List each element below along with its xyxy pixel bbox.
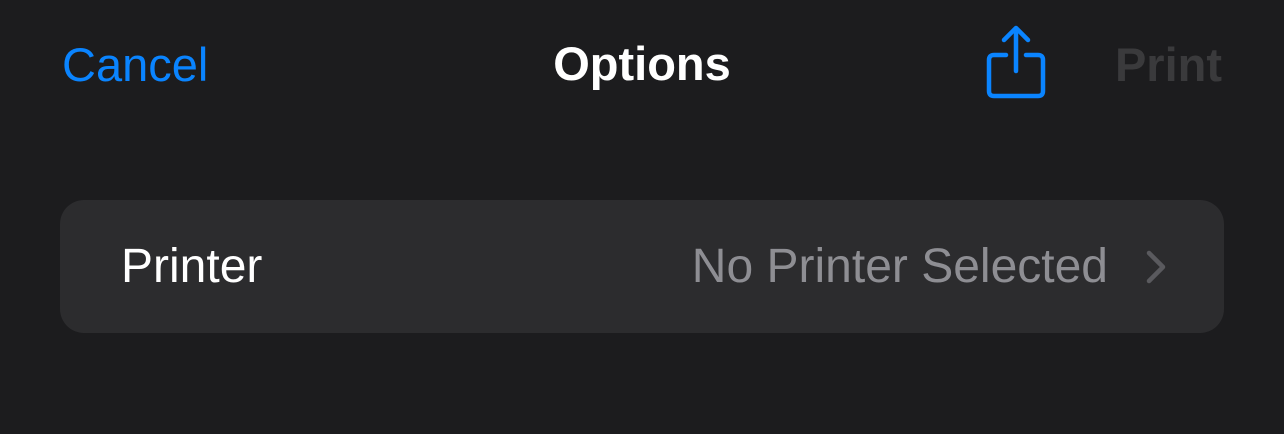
share-icon [986,25,1046,99]
printer-value: No Printer Selected [691,240,1108,293]
chevron-right-icon [1144,248,1168,286]
navigation-bar: Options Cancel Print [0,0,1284,130]
printer-label: Printer [121,240,263,293]
cancel-button[interactable]: Cancel [62,37,208,93]
share-button[interactable] [984,22,1048,102]
print-button[interactable]: Print [1115,37,1222,93]
printer-selector-row[interactable]: Printer No Printer Selected [60,200,1224,333]
print-options-screen: Options Cancel Print Printer No Printer … [0,0,1284,434]
